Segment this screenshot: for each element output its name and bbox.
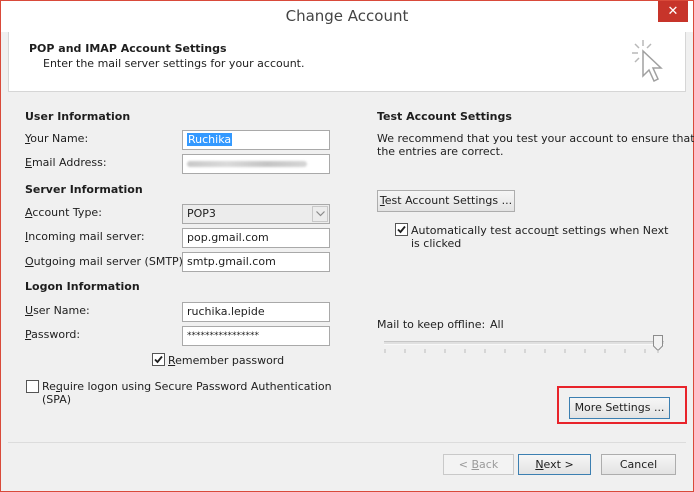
checkmark-icon	[397, 225, 406, 234]
account-type-value: POP3	[187, 207, 216, 220]
close-icon: ✕	[667, 4, 679, 19]
incoming-server-label: Incoming mail server:	[25, 230, 145, 243]
cancel-button[interactable]: Cancel	[601, 454, 676, 475]
test-description-line1: We recommend that you test your account …	[377, 132, 694, 145]
header-subtitle: Enter the mail server settings for your …	[43, 57, 305, 70]
auto-test-checkbox[interactable]	[395, 223, 408, 236]
dialog-body: User Information Your Name: Ruchika Emai…	[8, 92, 694, 442]
account-type-select[interactable]: POP3	[182, 204, 330, 224]
your-name-input[interactable]: Ruchika	[182, 130, 330, 150]
account-type-label: Account Type:	[25, 206, 102, 219]
email-address-label: Email Address:	[25, 156, 107, 169]
footer-separator	[8, 442, 686, 443]
outgoing-server-input[interactable]: smtp.gmail.com	[182, 252, 330, 272]
logon-info-heading: Logon Information	[25, 280, 140, 293]
test-description-line2: the entries are correct.	[377, 145, 504, 158]
server-info-heading: Server Information	[25, 183, 143, 196]
user-name-input[interactable]: ruchika.lepide	[182, 302, 330, 322]
offline-slider-track[interactable]	[384, 341, 664, 345]
mail-offline-label: Mail to keep offline:	[377, 318, 486, 331]
your-name-value: Ruchika	[187, 133, 233, 146]
your-name-label: Your Name:	[25, 132, 89, 145]
back-button[interactable]: < Back	[443, 454, 514, 475]
next-button[interactable]: Next >	[518, 454, 591, 475]
test-settings-heading: Test Account Settings	[377, 110, 512, 123]
title-bar: Change Account ✕	[1, 1, 693, 32]
chevron-down-icon	[316, 211, 325, 217]
checkmark-icon	[154, 355, 163, 364]
cursor-click-icon	[632, 40, 663, 83]
spa-label-line1[interactable]: Require logon using Secure Password Auth…	[42, 380, 332, 393]
header-title: POP and IMAP Account Settings	[29, 42, 227, 55]
mail-offline-value: All	[490, 318, 504, 331]
more-settings-button[interactable]: More Settings ...	[569, 397, 670, 419]
change-account-dialog: Change Account ✕ POP and IMAP Account Se…	[0, 0, 694, 492]
remember-password-label[interactable]: Remember password	[168, 354, 284, 367]
spa-checkbox[interactable]	[26, 380, 39, 393]
spa-label-line2[interactable]: (SPA)	[42, 393, 71, 406]
user-name-label: User Name:	[25, 304, 90, 317]
dropdown-button[interactable]	[312, 206, 328, 222]
password-label: Password:	[25, 328, 81, 341]
auto-test-label-line1[interactable]: Automatically test account settings when…	[411, 224, 668, 237]
user-info-heading: User Information	[25, 110, 131, 123]
test-account-settings-button[interactable]: Test Account Settings ...	[377, 190, 515, 212]
email-address-input[interactable]	[182, 154, 330, 174]
auto-test-label-line2[interactable]: is clicked	[411, 237, 461, 250]
dialog-header: POP and IMAP Account Settings Enter the …	[8, 32, 686, 92]
outgoing-server-label: Outgoing mail server (SMTP):	[25, 255, 187, 268]
password-input[interactable]: ****************	[182, 326, 330, 346]
incoming-server-input[interactable]: pop.gmail.com	[182, 228, 330, 248]
remember-password-checkbox[interactable]	[152, 353, 165, 366]
close-button[interactable]: ✕	[658, 1, 688, 22]
window-title: Change Account	[285, 7, 409, 25]
offline-slider-ticks	[384, 349, 659, 353]
email-address-value-blurred	[187, 161, 307, 167]
